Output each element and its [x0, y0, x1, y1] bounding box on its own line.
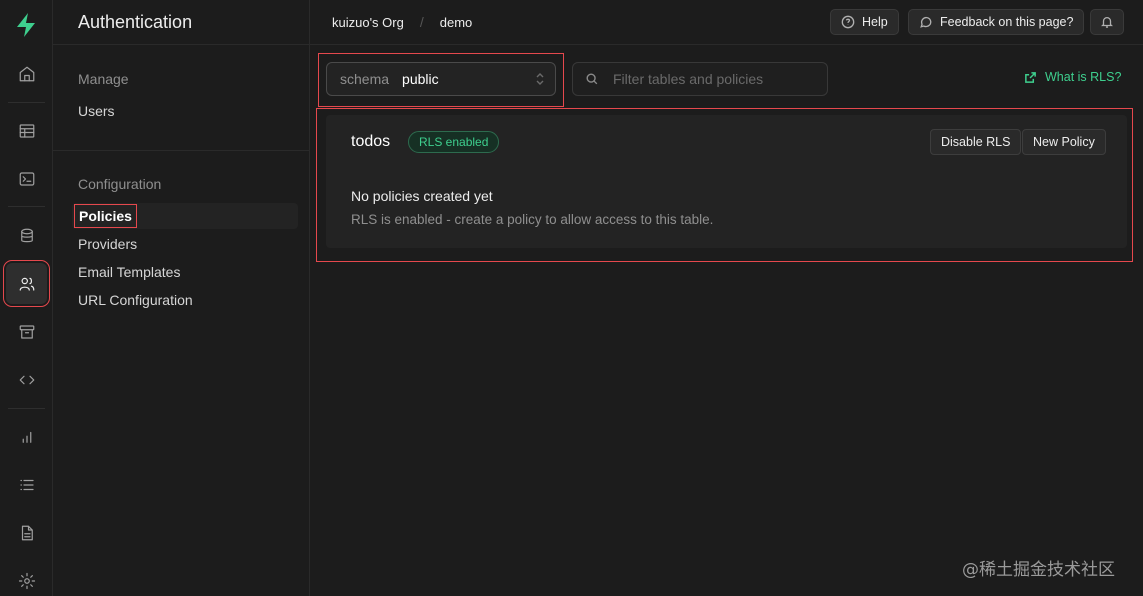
feedback-label: Feedback on this page?: [940, 15, 1074, 29]
what-is-rls-label: What is RLS?: [1045, 70, 1122, 84]
breadcrumb-separator: /: [419, 14, 424, 30]
search-icon: [586, 73, 598, 85]
sidebar-item-providers[interactable]: Providers: [78, 236, 137, 252]
reports-icon[interactable]: [6, 416, 47, 457]
schema-selector-highlight: schema public: [318, 53, 564, 107]
help-label: Help: [862, 15, 888, 29]
sidebar-item-users[interactable]: Users: [78, 103, 115, 119]
database-icon[interactable]: [6, 215, 47, 256]
rail-divider: [8, 206, 45, 207]
empty-state-description: RLS is enabled - create a policy to allo…: [351, 212, 714, 227]
table-name: todos: [351, 133, 391, 150]
policy-panel: todos RLS enabled Disable RLS New Policy…: [326, 115, 1127, 248]
schema-label: schema: [340, 71, 390, 87]
top-bar: kuizuo's Org / demo Help Feedback on thi…: [310, 0, 1143, 45]
authentication-icon[interactable]: [3, 260, 50, 307]
help-icon: [841, 15, 855, 29]
empty-state-title: No policies created yet: [351, 188, 493, 204]
breadcrumb-project[interactable]: demo: [440, 15, 473, 30]
rail-divider: [8, 102, 45, 103]
logs-icon[interactable]: [6, 464, 47, 505]
filter-input[interactable]: Filter tables and policies: [572, 62, 828, 96]
sidebar-divider: [53, 150, 310, 151]
bell-icon: [1101, 16, 1113, 28]
breadcrumb-org[interactable]: kuizuo's Org: [332, 15, 404, 30]
settings-icon[interactable]: [6, 560, 47, 596]
auth-sidebar: Authentication Manage Users Configuratio…: [53, 0, 310, 596]
rail-divider: [8, 408, 45, 409]
sql-editor-icon[interactable]: [6, 158, 47, 199]
new-policy-button[interactable]: New Policy: [1022, 129, 1106, 155]
disable-rls-button[interactable]: Disable RLS: [930, 129, 1022, 155]
feedback-button[interactable]: Feedback on this page?: [908, 9, 1085, 35]
sidebar-title: Authentication: [53, 0, 309, 45]
schema-select[interactable]: schema public: [326, 62, 556, 96]
edge-functions-icon[interactable]: [6, 359, 47, 400]
storage-icon[interactable]: [6, 311, 47, 352]
rls-status-badge: RLS enabled: [408, 131, 500, 153]
table-editor-icon[interactable]: [6, 110, 47, 151]
chat-bubble-icon: [920, 16, 932, 28]
sidebar-item-url-configuration[interactable]: URL Configuration: [78, 292, 193, 308]
what-is-rls-link[interactable]: What is RLS?: [1024, 70, 1121, 84]
schema-value: public: [402, 71, 439, 87]
supabase-logo-icon[interactable]: [12, 11, 40, 39]
sidebar-group-configuration: Configuration: [78, 176, 162, 192]
sidebar-group-manage: Manage: [78, 71, 129, 87]
help-button[interactable]: Help: [830, 9, 899, 35]
external-link-icon: [1025, 71, 1036, 83]
sidebar-item-email-templates[interactable]: Email Templates: [78, 264, 180, 280]
filter-placeholder: Filter tables and policies: [613, 71, 764, 87]
api-docs-icon[interactable]: [6, 512, 47, 553]
breadcrumb: kuizuo's Org / demo: [332, 14, 472, 30]
icon-rail: [0, 0, 53, 596]
sidebar-item-label: Policies: [74, 204, 137, 228]
watermark-text: @稀土掘金技术社区: [962, 560, 1115, 580]
home-icon[interactable]: [6, 53, 47, 94]
notifications-button[interactable]: [1090, 9, 1124, 35]
sidebar-item-policies[interactable]: Policies: [72, 203, 298, 229]
chevron-up-down-icon: [536, 73, 544, 85]
